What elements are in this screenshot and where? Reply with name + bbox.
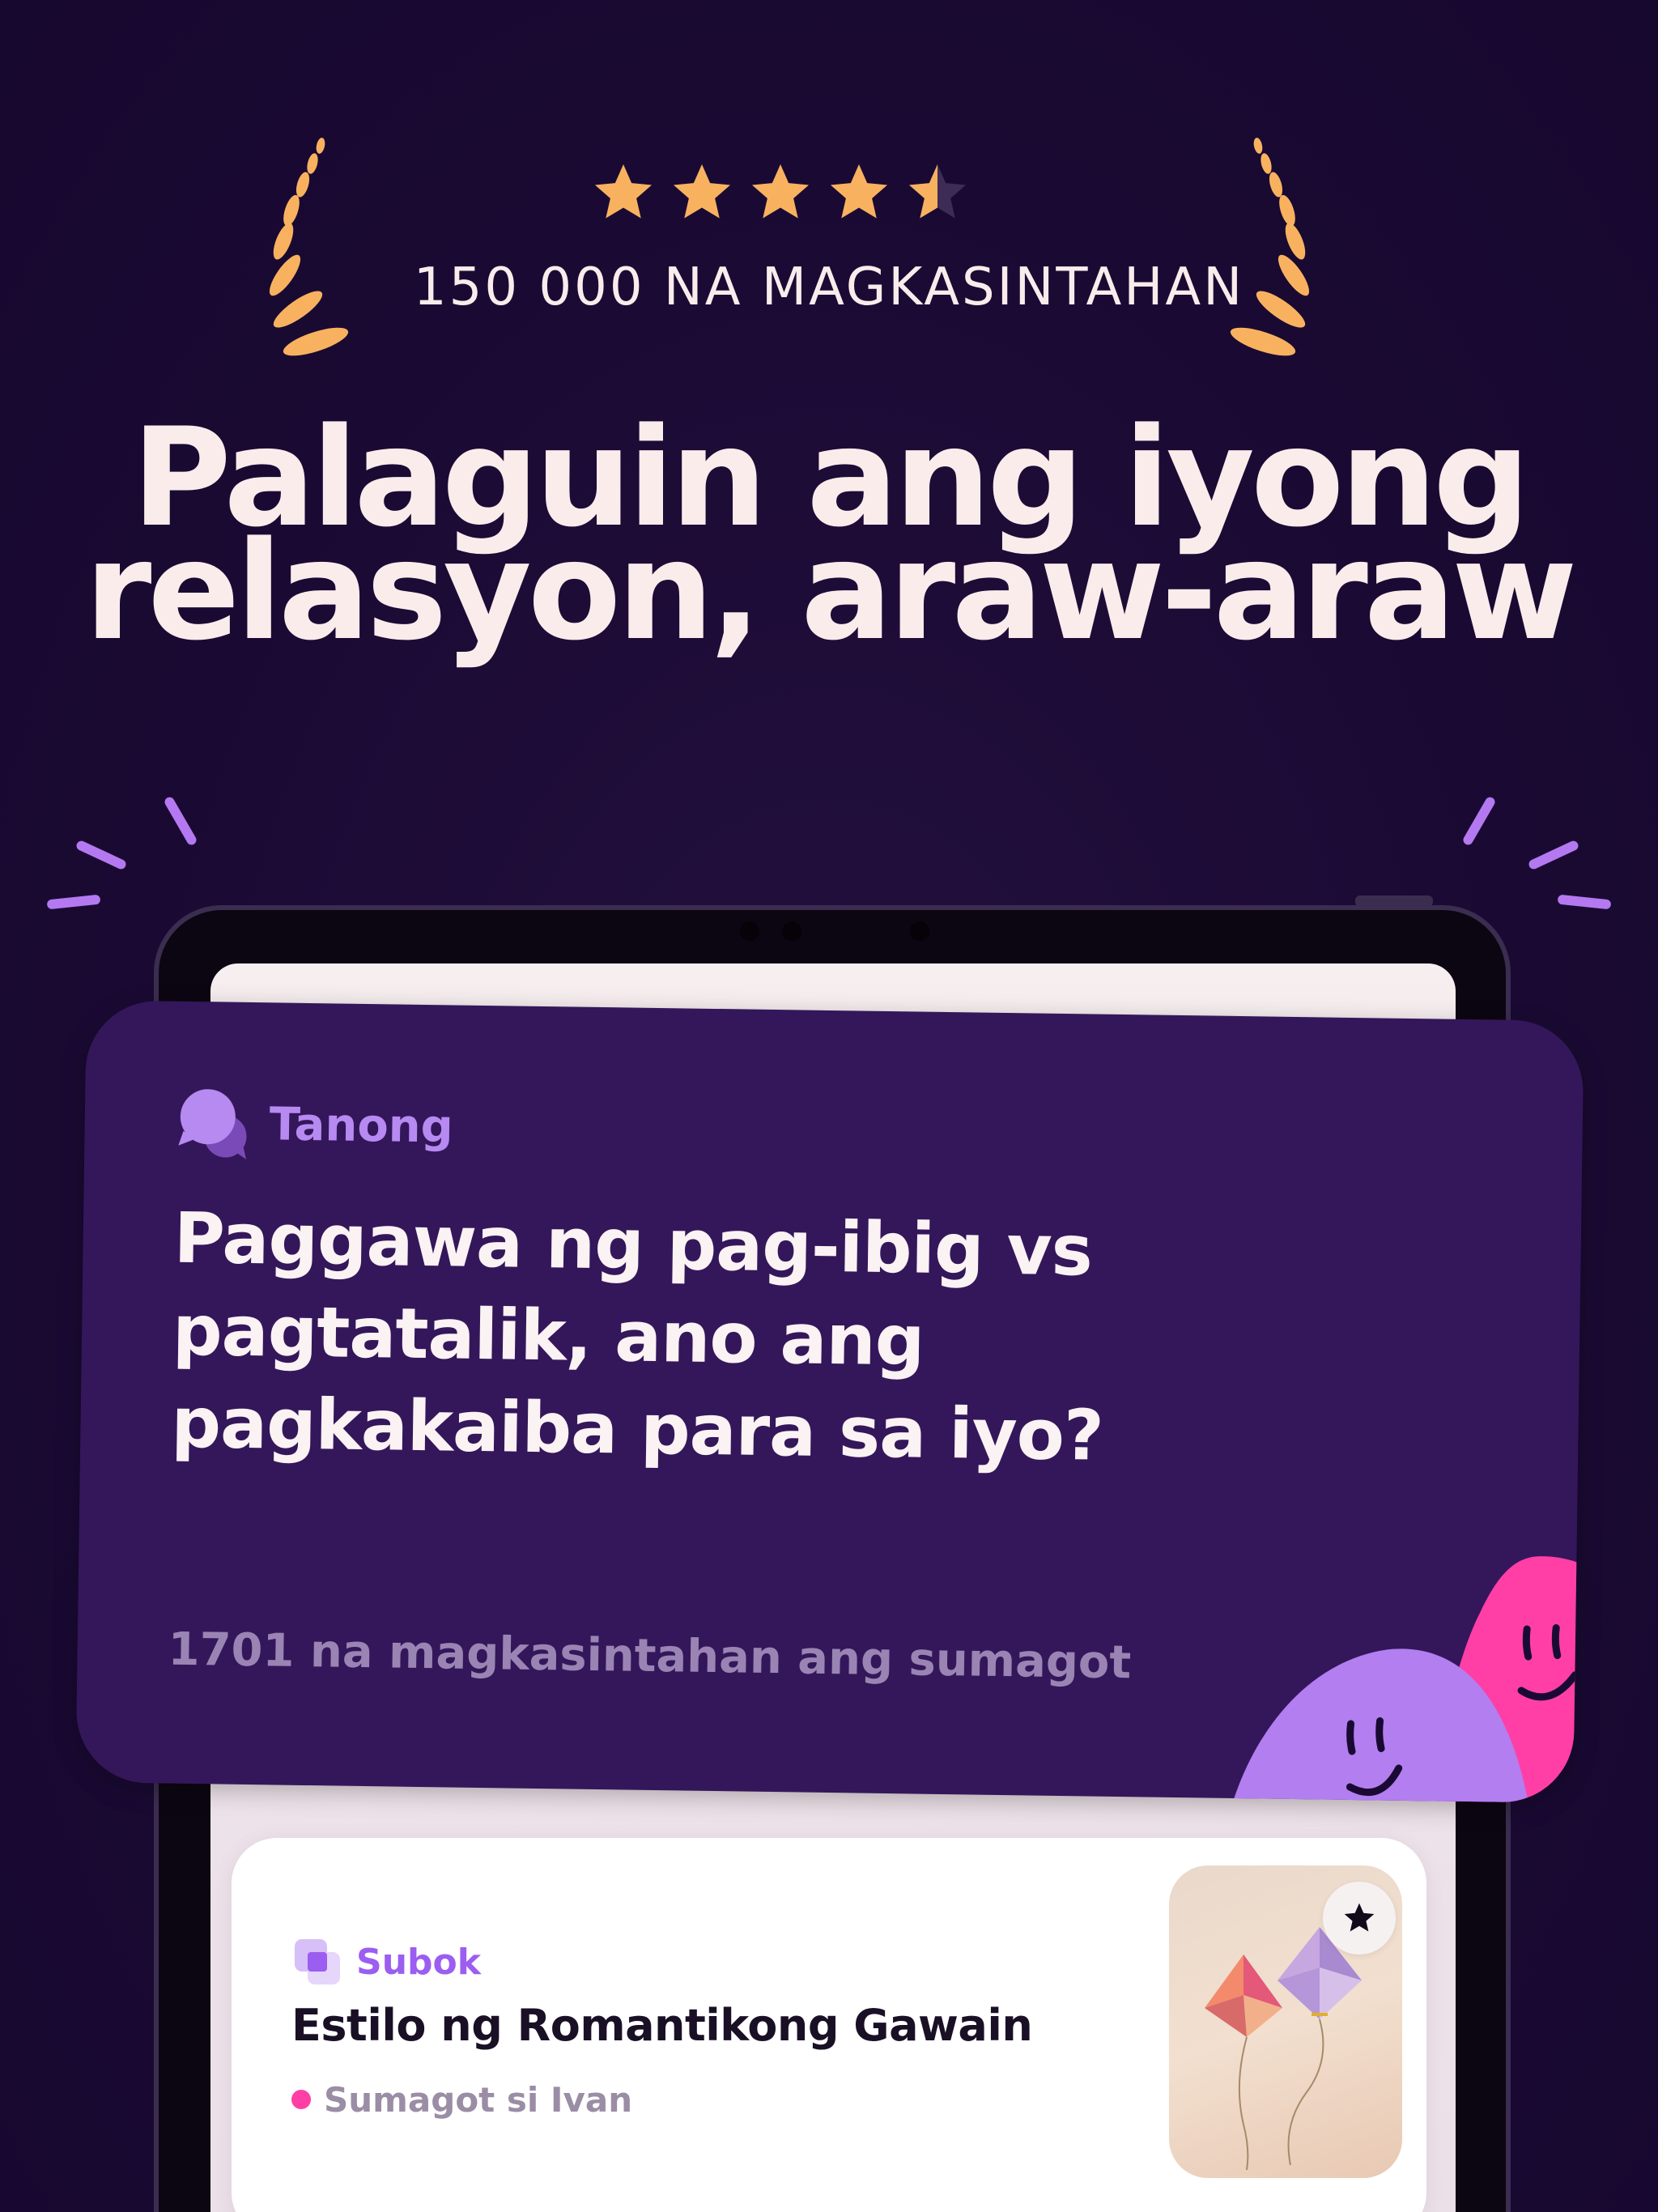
question-text: Paggawa ng pag-ibig vs pagtatalik, ano a… — [170, 1197, 1104, 1477]
camera-icon — [782, 921, 801, 941]
purple-blob-icon — [1221, 1648, 1537, 1803]
challenge-title: Estilo ng Romantikong Gawain — [291, 2000, 1033, 2051]
challenge-card[interactable]: Subok Estilo ng Romantikong Gawain Sumag… — [232, 1838, 1426, 2212]
question-label: Tanong — [269, 1097, 454, 1153]
star-icon — [1344, 1903, 1375, 1932]
challenge-label-row: Subok — [291, 1935, 481, 1989]
sparkle-icon — [1557, 894, 1612, 910]
challenge-thumbnail — [1169, 1865, 1402, 2178]
favorite-button[interactable] — [1323, 1882, 1396, 1955]
camera-icon — [740, 921, 759, 941]
question-label-row: Tanong — [175, 1083, 453, 1168]
challenge-label: Subok — [356, 1941, 481, 1983]
laurel-right-icon — [1230, 138, 1310, 356]
star-icon — [909, 164, 966, 219]
answered-count: 1701 na magkasintahan ang sumagot — [168, 1623, 1132, 1690]
headline-line-2: relasyon, araw-araw — [84, 512, 1578, 670]
status-dot-icon — [291, 2090, 311, 2109]
star-icon — [674, 164, 730, 219]
star-rating — [589, 159, 988, 232]
headline: Palaguin ang iyong relasyon, araw-araw — [0, 410, 1658, 659]
sparkle-icon — [46, 894, 101, 910]
star-icon — [752, 164, 809, 219]
sparkle-icon — [1461, 795, 1497, 847]
chat-bubbles-icon — [178, 1089, 247, 1159]
sparkle-icon — [1527, 839, 1580, 871]
question-card[interactable]: Tanong Paggawa ng pag-ibig vs pagtatalik… — [75, 1000, 1584, 1803]
layers-icon — [295, 1939, 340, 1984]
couples-count: 150 000 NA MAGKASINTAHAN — [413, 257, 1245, 317]
camera-icon — [910, 921, 929, 941]
laurel-left-icon — [269, 138, 349, 356]
app-store-banner: 150 000 NA MAGKASINTAHAN Palaguin ang iy… — [0, 0, 1658, 2212]
star-icon — [595, 164, 652, 219]
sparkle-icon — [74, 839, 128, 871]
challenge-status-row: Sumagot si Ivan — [291, 2078, 632, 2121]
sparkle-icon — [163, 795, 198, 847]
star-icon — [831, 164, 887, 219]
challenge-status: Sumagot si Ivan — [324, 2079, 633, 2120]
